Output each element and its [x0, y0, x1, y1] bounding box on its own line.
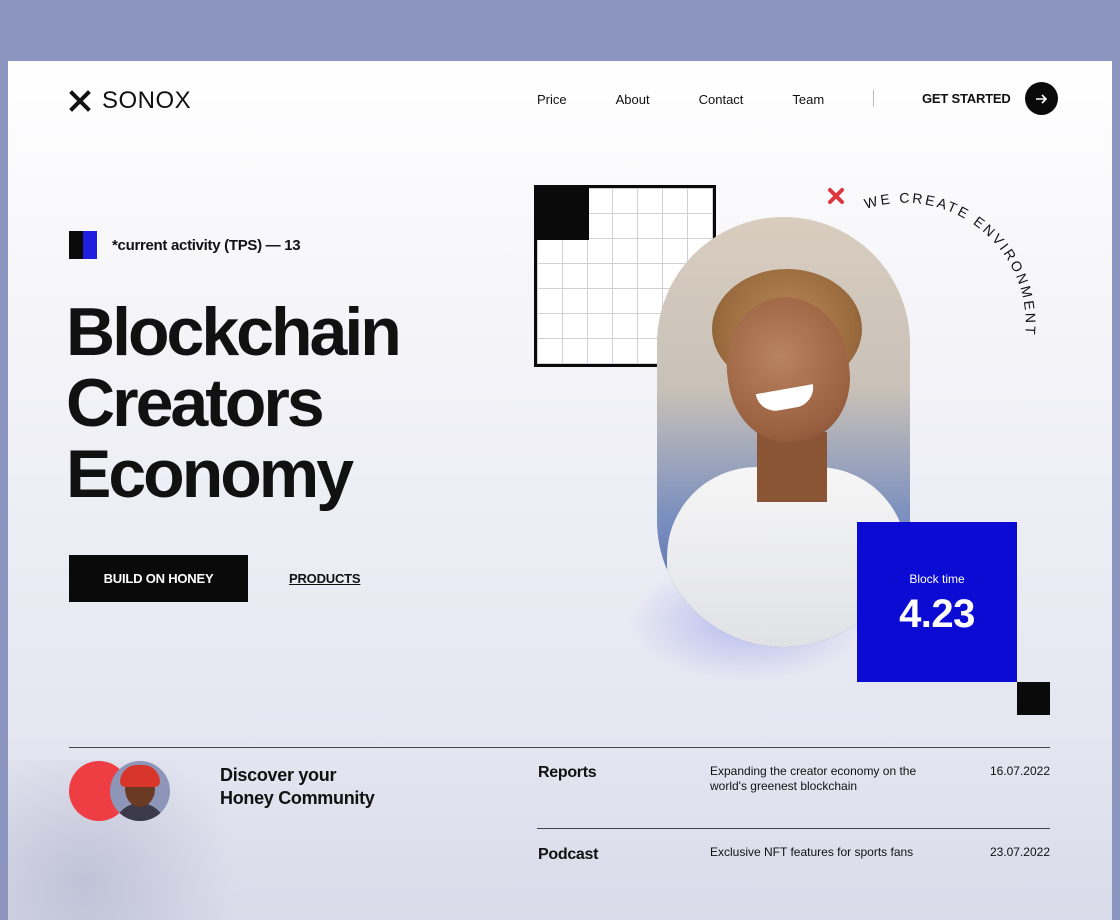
logo[interactable]: SONOX: [68, 87, 191, 115]
section-divider: [69, 747, 1050, 748]
feed-item-description: Expanding the creator economy on the wor…: [710, 764, 917, 793]
hero-headline: Blockchain Creators Economy: [66, 294, 402, 512]
nav-item-price[interactable]: Price: [537, 92, 567, 107]
community-title-line: Discover your: [220, 765, 337, 785]
svg-text:WE CREATE ENVIRONMENT: WE CREATE ENVIRONMENT: [862, 190, 1038, 338]
feed-item-date: 23.07.2022: [989, 845, 1050, 859]
headline-line: Creators: [66, 365, 325, 441]
feed-item-description: Exclusive NFT features for sports fans: [710, 845, 914, 859]
activity-icon: [69, 231, 97, 259]
feed-item-date: 16.07.2022: [989, 764, 1050, 778]
nav-item-team[interactable]: Team: [792, 92, 824, 107]
activity-indicator: *current activity (TPS) — 13: [69, 231, 301, 259]
black-square-decoration: [1017, 682, 1050, 715]
avatar-headwrap: [120, 765, 160, 787]
close-x-logo-icon: [69, 90, 91, 112]
community-link[interactable]: Discover your Honey Community: [220, 764, 375, 810]
headline-line: Economy: [66, 436, 354, 512]
nav-divider: [873, 90, 874, 107]
products-link[interactable]: PRODUCTS: [289, 571, 361, 586]
build-on-honey-button[interactable]: BUILD ON HONEY: [69, 555, 248, 602]
grid-filled-cell: [537, 188, 589, 240]
block-time-label: Block time: [909, 572, 965, 586]
nav-item-about[interactable]: About: [616, 92, 650, 107]
community-title-line: Honey Community: [220, 788, 375, 808]
arc-label-text: WE CREATE ENVIRONMENT: [862, 190, 1036, 338]
get-started-label: GET STARTED: [922, 91, 1011, 106]
feed-item-title[interactable]: Podcast: [538, 846, 598, 864]
headline-line: Blockchain: [66, 294, 402, 370]
main-nav: Price About Contact Team: [537, 92, 872, 107]
arc-label: WE CREATE ENVIRONMENT: [862, 190, 1036, 338]
community-avatar[interactable]: [110, 761, 170, 821]
activity-text: *current activity (TPS) — 13: [112, 236, 301, 254]
block-time-value: 4.23: [899, 592, 975, 636]
nav-item-contact[interactable]: Contact: [699, 92, 744, 107]
feed-divider: [537, 828, 1050, 829]
arrow-right-icon: [1024, 82, 1058, 115]
block-time-card: Block time 4.23: [857, 522, 1017, 682]
page-frame: SONOX Price About Contact Team GET START…: [8, 61, 1112, 920]
get-started-button[interactable]: GET STARTED: [922, 82, 1058, 115]
feed-item-title[interactable]: Reports: [538, 764, 597, 782]
brand-name: SONOX: [102, 87, 192, 114]
